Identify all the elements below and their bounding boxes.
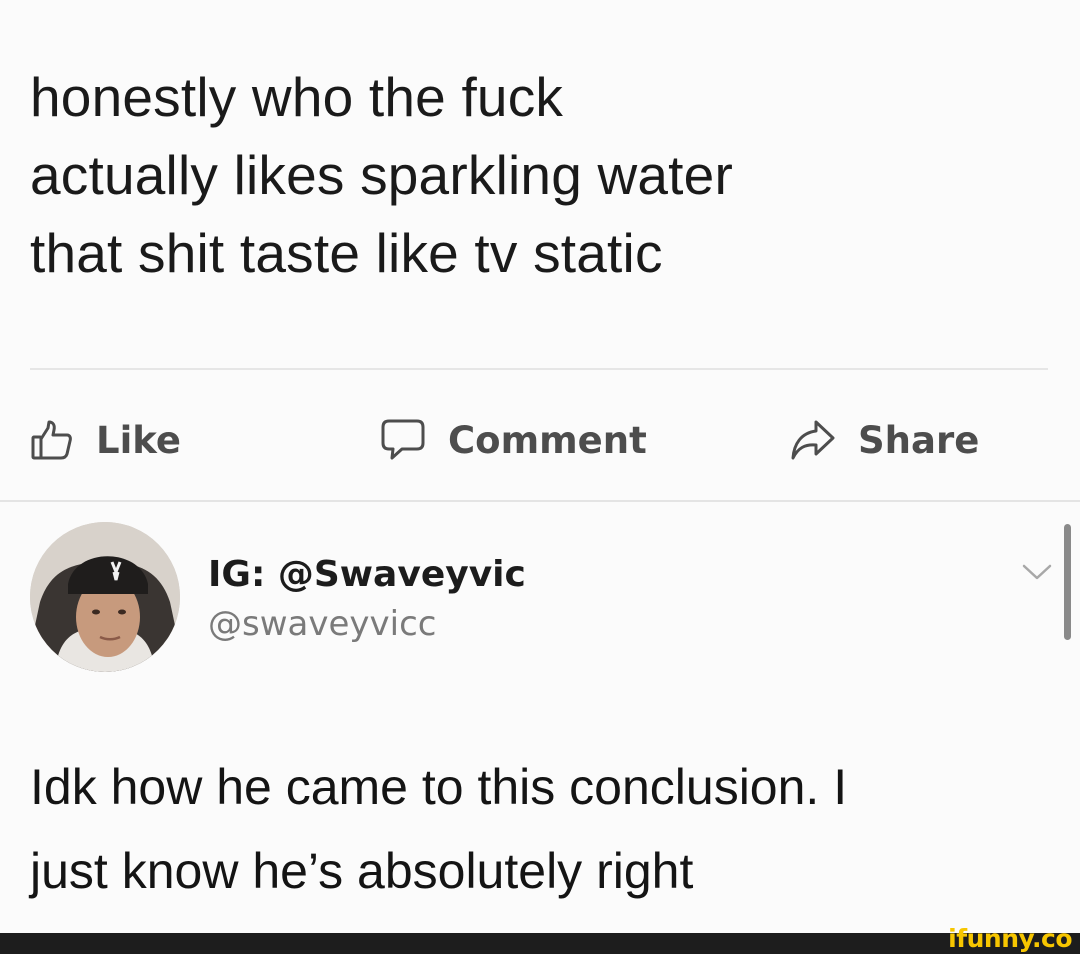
post-body: honestly who the fuck actually likes spa… [30, 58, 1050, 292]
share-button[interactable]: Share [790, 405, 979, 475]
display-name[interactable]: IG: @Swaveyvic [208, 554, 526, 595]
like-button[interactable]: Like [30, 405, 181, 475]
tweet-header: IG: @Swaveyvic @swaveyvicc [30, 522, 1070, 682]
scrollbar[interactable] [1064, 524, 1071, 640]
tweet-line: just know he’s absolutely right [30, 843, 694, 899]
comment-button[interactable]: Comment [380, 405, 647, 475]
like-label: Like [96, 418, 181, 462]
watermark-bar [0, 933, 1080, 954]
chevron-down-icon[interactable] [1020, 560, 1054, 584]
comment-label: Comment [448, 418, 647, 462]
user-handle[interactable]: @swaveyvicc [208, 604, 436, 644]
divider [30, 368, 1048, 370]
ifunny-watermark: ifunny.co [948, 924, 1072, 953]
post-actions-bar: Like Comment Share [30, 405, 1050, 475]
tweet-body: Idk how he came to this conclusion. I ju… [30, 745, 1050, 913]
post-line: actually likes sparkling water [30, 144, 733, 206]
meme-screenshot: honestly who the fuck actually likes spa… [0, 0, 1080, 954]
tweet-line: Idk how he came to this conclusion. I [30, 759, 848, 815]
thumbs-up-icon [30, 418, 96, 462]
post-line: honestly who the fuck [30, 66, 564, 128]
divider [0, 500, 1080, 502]
speech-bubble-icon [380, 417, 448, 463]
share-arrow-icon [790, 418, 858, 462]
post-line: that shit taste like tv static [30, 222, 663, 284]
avatar[interactable] [30, 522, 180, 672]
share-label: Share [858, 418, 980, 462]
